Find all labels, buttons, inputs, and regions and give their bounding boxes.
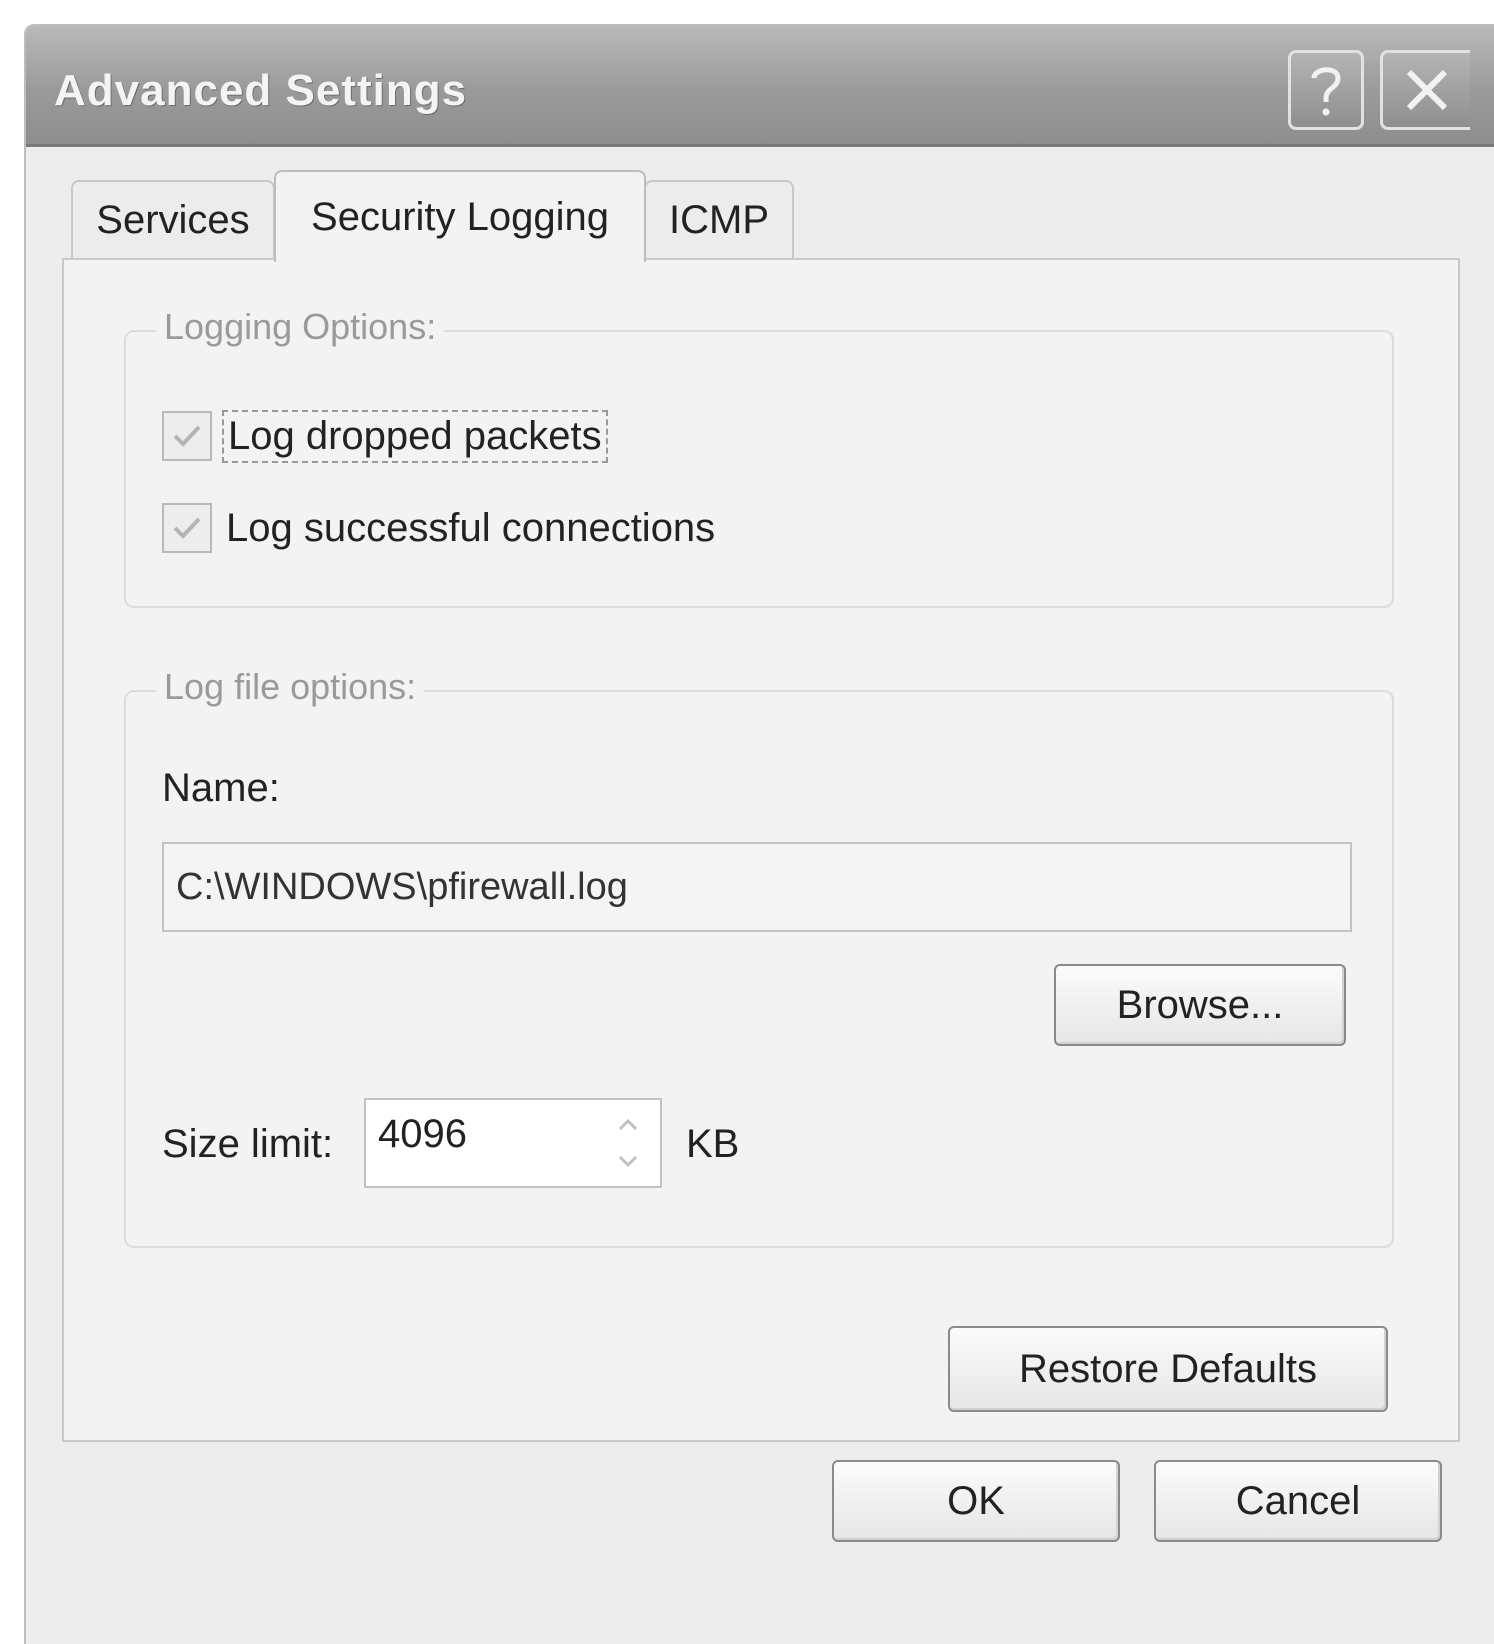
size-limit-label: Size limit: xyxy=(162,1122,334,1166)
browse-button[interactable]: Browse... xyxy=(1054,964,1346,1046)
restore-defaults-button[interactable]: Restore Defaults xyxy=(948,1326,1388,1412)
log-dropped-checkbox[interactable] xyxy=(162,411,212,461)
close-button[interactable] xyxy=(1380,50,1470,130)
size-limit-spinner[interactable]: 4096 xyxy=(364,1098,662,1188)
spinner-buttons xyxy=(600,1104,656,1182)
log-file-name-field[interactable]: C:\WINDOWS\pfirewall.log xyxy=(162,842,1352,932)
advanced-settings-dialog: Advanced Settings Services Security Logg… xyxy=(24,24,1494,1644)
log-successful-checkbox[interactable] xyxy=(162,503,212,553)
help-button[interactable] xyxy=(1288,50,1364,130)
tab-icmp[interactable]: ICMP xyxy=(644,180,794,258)
log-file-name-value: C:\WINDOWS\pfirewall.log xyxy=(176,865,628,908)
ok-button[interactable]: OK xyxy=(832,1460,1120,1542)
tab-services[interactable]: Services xyxy=(71,180,275,258)
log-dropped-row[interactable]: Log dropped packets xyxy=(162,408,608,464)
log-successful-label[interactable]: Log successful connections xyxy=(222,504,719,553)
logging-options-group: Logging Options: Log dropped packets Log… xyxy=(124,306,1394,608)
close-x-icon xyxy=(1406,69,1447,111)
checkmark-icon xyxy=(173,425,201,447)
chevron-up-icon xyxy=(618,1118,638,1131)
tab-panel: Logging Options: Log dropped packets Log… xyxy=(62,258,1460,1442)
spin-down-button[interactable] xyxy=(617,1143,639,1181)
log-successful-row[interactable]: Log successful connections xyxy=(162,500,719,556)
size-limit-value[interactable]: 4096 xyxy=(378,1112,467,1157)
window-title: Advanced Settings xyxy=(54,66,468,115)
log-file-options-legend: Log file options: xyxy=(156,666,425,708)
name-label: Name: xyxy=(162,766,280,810)
help-question-icon xyxy=(1311,67,1341,116)
log-dropped-label[interactable]: Log dropped packets xyxy=(222,409,608,463)
checkmark-icon xyxy=(173,517,201,539)
logging-options-legend: Logging Options: xyxy=(156,306,445,348)
spin-up-button[interactable] xyxy=(617,1105,639,1143)
tab-security-logging[interactable]: Security Logging xyxy=(274,170,646,262)
title-bar[interactable]: Advanced Settings xyxy=(26,26,1494,147)
size-unit-label: KB xyxy=(686,1122,740,1166)
log-file-options-group: Log file options: Name: C:\WINDOWS\pfire… xyxy=(124,666,1394,1248)
chevron-down-icon xyxy=(618,1155,638,1168)
cancel-button[interactable]: Cancel xyxy=(1154,1460,1442,1542)
